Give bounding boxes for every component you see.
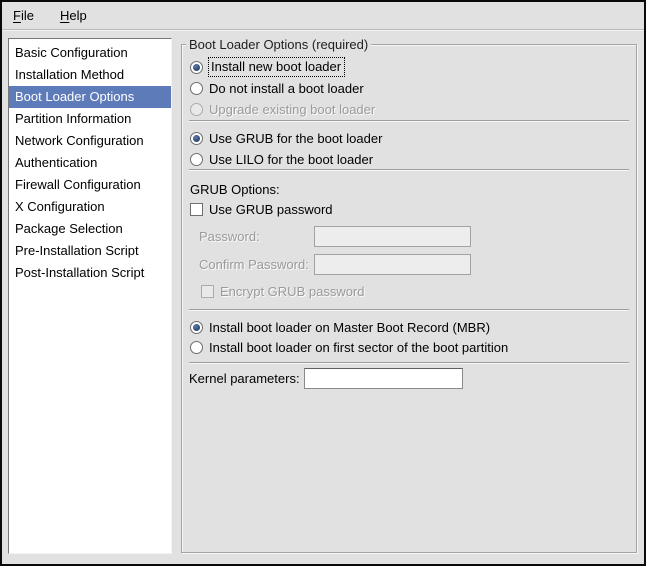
menu-help-label: elp (69, 8, 86, 23)
sidebar-item-firewall-configuration[interactable]: Firewall Configuration (9, 174, 171, 196)
checkbox-row-encrypt-grub-password: Encrypt GRUB password (201, 281, 365, 301)
sidebar-item-pre-installation-script[interactable]: Pre-Installation Script (9, 240, 171, 262)
radio-row-upgrade-existing: Upgrade existing boot loader (190, 99, 375, 119)
radio-label-install-first-sector: Install boot loader on first sector of t… (209, 340, 508, 355)
checkbox-row-use-grub-password[interactable]: Use GRUB password (190, 199, 333, 219)
radio-label-install-new: Install new boot loader (209, 58, 344, 76)
menu-file-label: ile (21, 8, 34, 23)
sidebar-item-basic-configuration[interactable]: Basic Configuration (9, 42, 171, 64)
checkbox-label-use-grub-password: Use GRUB password (209, 202, 333, 217)
radio-button-icon[interactable] (190, 341, 203, 354)
radio-row-install-new[interactable]: Install new boot loader (190, 57, 344, 77)
radio-label-use-lilo: Use LILO for the boot loader (209, 152, 373, 167)
radio-button-icon[interactable] (190, 61, 203, 74)
boot-loader-options-frame: Boot Loader Options (required) Install n… (181, 44, 637, 553)
checkbox-icon[interactable] (190, 203, 203, 216)
radio-label-use-grub: Use GRUB for the boot loader (209, 131, 382, 146)
confirm-password-input[interactable] (314, 254, 471, 275)
sidebar-item-partition-information[interactable]: Partition Information (9, 108, 171, 130)
radio-button-icon[interactable] (190, 132, 203, 145)
sidebar-item-post-installation-script[interactable]: Post-Installation Script (9, 262, 171, 284)
sidebar-item-installation-method[interactable]: Installation Method (9, 64, 171, 86)
category-list: Basic Configuration Installation Method … (8, 38, 172, 554)
checkbox-label-encrypt-grub-password: Encrypt GRUB password (220, 284, 365, 299)
radio-button-icon[interactable] (190, 153, 203, 166)
sidebar-item-package-selection[interactable]: Package Selection (9, 218, 171, 240)
radio-label-do-not-install: Do not install a boot loader (209, 81, 364, 96)
grub-options-heading-row: GRUB Options: (190, 179, 280, 199)
confirm-password-label: Confirm Password: (199, 254, 309, 275)
password-label: Password: (199, 226, 260, 247)
kickstart-configurator-window: File Help Basic Configuration Installati… (0, 0, 646, 566)
menubar: File Help (2, 2, 644, 30)
radio-button-icon[interactable] (190, 82, 203, 95)
separator (189, 362, 629, 364)
sidebar-item-authentication[interactable]: Authentication (9, 152, 171, 174)
kernel-parameters-label: Kernel parameters: (189, 368, 300, 389)
radio-button-icon (190, 103, 203, 116)
radio-row-use-lilo[interactable]: Use LILO for the boot loader (190, 149, 373, 169)
menu-help[interactable]: Help (54, 3, 93, 29)
sidebar-item-x-configuration[interactable]: X Configuration (9, 196, 171, 218)
menu-help-mnemonic: H (60, 8, 69, 23)
password-input[interactable] (314, 226, 471, 247)
sidebar-item-network-configuration[interactable]: Network Configuration (9, 130, 171, 152)
radio-row-do-not-install[interactable]: Do not install a boot loader (190, 78, 364, 98)
menu-file-mnemonic: F (13, 8, 21, 23)
grub-options-heading: GRUB Options: (190, 182, 280, 197)
radio-label-install-mbr: Install boot loader on Master Boot Recor… (209, 320, 490, 335)
separator (189, 169, 629, 171)
radio-row-install-first-sector[interactable]: Install boot loader on first sector of t… (190, 337, 508, 357)
radio-row-use-grub[interactable]: Use GRUB for the boot loader (190, 128, 382, 148)
frame-title: Boot Loader Options (required) (186, 36, 371, 53)
separator (189, 309, 629, 311)
radio-row-install-mbr[interactable]: Install boot loader on Master Boot Recor… (190, 317, 490, 337)
sidebar-item-boot-loader-options[interactable]: Boot Loader Options (9, 86, 171, 108)
separator (189, 120, 629, 122)
radio-label-upgrade-existing: Upgrade existing boot loader (209, 102, 375, 117)
radio-button-icon[interactable] (190, 321, 203, 334)
kernel-parameters-input[interactable] (304, 368, 463, 389)
checkbox-icon (201, 285, 214, 298)
menu-file[interactable]: File (7, 3, 40, 29)
